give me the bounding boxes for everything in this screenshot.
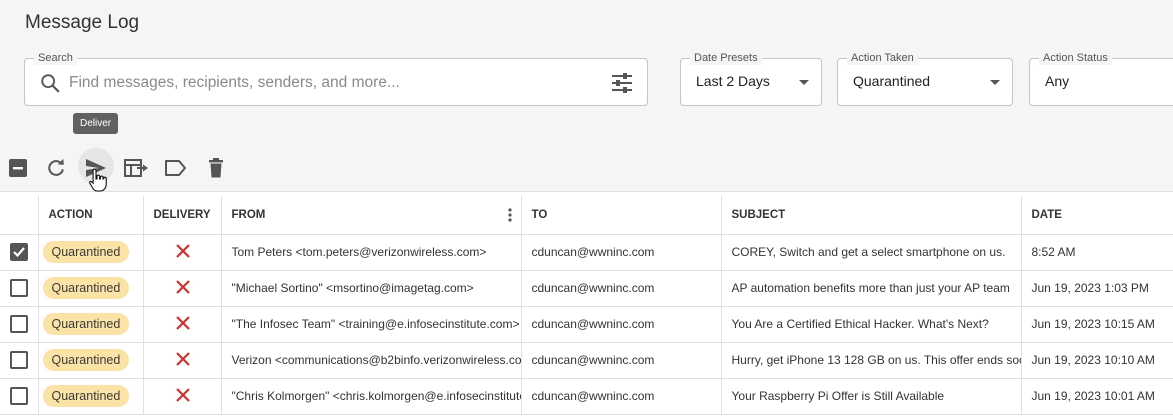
chevron-down-icon [990,80,1000,85]
filter-settings-icon[interactable] [611,73,633,98]
table-row[interactable]: Quarantined "Michael Sortino" <msortino@… [0,270,1173,307]
row-checkbox[interactable] [10,351,28,369]
action-status-label: Action Status [1039,51,1112,65]
action-taken-value: Quarantined [853,73,931,89]
action-status-value: Any [1045,73,1070,89]
action-status-select[interactable]: Action Status Any [1029,51,1173,106]
from-cell: "The Infosec Team" <training@e.infosecin… [221,306,522,343]
row-checkbox[interactable] [10,315,28,333]
column-header-from-label: FROM [231,208,266,221]
action-badge: Quarantined [42,277,130,299]
delivery-failed-icon [175,315,221,334]
more-vert-icon[interactable] [507,208,512,225]
search-label: Search [34,51,77,65]
row-checkbox[interactable] [10,243,28,261]
column-header-from[interactable]: FROM [221,196,522,235]
from-cell: Tom Peters <tom.peters@verizonwireless.c… [221,234,522,271]
header-area: Message Log Search Date Presets Last 2 D… [0,0,1173,143]
action-badge: Quarantined [42,349,130,371]
label-icon[interactable] [162,155,188,181]
action-badge: Quarantined [42,313,130,335]
from-cell: "Michael Sortino" <msortino@imagetag.com… [221,270,522,307]
chevron-down-icon [799,80,809,85]
to-cell: cduncan@wwninc.com [521,342,722,379]
table-row[interactable]: Quarantined Tom Peters <tom.peters@veriz… [0,234,1173,271]
message-table: ACTION DELIVERY FROM TO SUBJECT DATE Qua… [0,196,1173,415]
subject-cell: AP automation benefits more than just yo… [721,270,1022,307]
date-cell: Jun 19, 2023 10:01 AM [1021,378,1173,415]
column-header-date[interactable]: DATE [1021,196,1173,235]
to-cell: cduncan@wwninc.com [521,306,722,343]
date-cell: Jun 19, 2023 10:15 AM [1021,306,1173,343]
refresh-icon[interactable] [43,155,69,181]
column-header-action[interactable]: ACTION [38,196,144,235]
action-toolbar [0,143,1173,192]
delivery-failed-icon [175,243,221,262]
delivery-failed-icon [175,279,221,298]
action-badge: Quarantined [42,241,130,263]
action-taken-select[interactable]: Action Taken Quarantined [837,51,1013,106]
from-cell: "Chris Kolmorgen" <chris.kolmorgen@e.inf… [221,378,522,415]
table-row[interactable]: Quarantined Verizon <communications@b2bi… [0,342,1173,379]
action-taken-label: Action Taken [847,51,918,65]
date-cell: 8:52 AM [1021,234,1173,271]
hand-cursor-icon [87,167,109,198]
column-header-subject[interactable]: SUBJECT [721,196,1022,235]
delivery-failed-icon [175,351,221,370]
table-row[interactable]: Quarantined "The Infosec Team" <training… [0,306,1173,343]
subject-cell: Your Raspberry Pi Offer is Still Availab… [721,378,1022,415]
to-cell: cduncan@wwninc.com [521,234,722,271]
search-field[interactable]: Search [24,51,648,106]
delete-icon[interactable] [203,155,229,181]
subject-cell: COREY, Switch and get a select smartphon… [721,234,1022,271]
row-checkbox[interactable] [10,387,28,405]
export-icon[interactable] [122,155,150,181]
action-badge: Quarantined [42,385,130,407]
column-header-to[interactable]: TO [521,196,722,235]
deliver-tooltip: Deliver [73,113,119,134]
column-header-delivery[interactable]: DELIVERY [143,196,222,235]
date-presets-label: Date Presets [690,51,762,65]
from-cell: Verizon <communications@b2binfo.verizonw… [221,342,522,379]
subject-cell: You Are a Certified Ethical Hacker. What… [721,306,1022,343]
page-title: Message Log [25,12,140,33]
to-cell: cduncan@wwninc.com [521,270,722,307]
delivery-failed-icon [175,387,221,406]
select-all-checkbox-icon[interactable] [5,155,31,181]
date-cell: Jun 19, 2023 1:03 PM [1021,270,1173,307]
subject-cell: Hurry, get iPhone 13 128 GB on us. This … [721,342,1022,379]
date-presets-select[interactable]: Date Presets Last 2 Days [680,51,822,106]
date-cell: Jun 19, 2023 10:10 AM [1021,342,1173,379]
select-column-header [0,196,39,235]
to-cell: cduncan@wwninc.com [521,378,722,415]
search-input[interactable] [69,71,589,95]
table-header-row: ACTION DELIVERY FROM TO SUBJECT DATE [0,196,1173,235]
table-row[interactable]: Quarantined "Chris Kolmorgen" <chris.kol… [0,378,1173,415]
date-presets-value: Last 2 Days [696,73,770,89]
search-icon [39,72,61,99]
row-checkbox[interactable] [10,279,28,297]
